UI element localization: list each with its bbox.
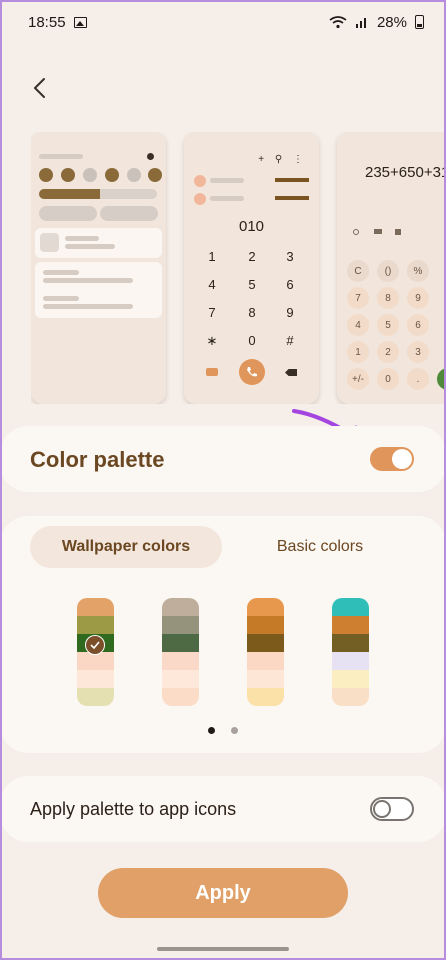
preview-calculator: 235+650+31 C () % 7 8 9 4 5 6 1 2 3 +/- … (337, 132, 446, 404)
toggle-knob (392, 449, 412, 469)
preview-calc-key: 4 (347, 314, 369, 336)
palette-swatch-2[interactable] (162, 598, 199, 706)
preview-bar (39, 154, 83, 159)
color-palette-title: Color palette (30, 447, 165, 472)
tab-wallpaper-colors[interactable]: Wallpaper colors (30, 526, 222, 568)
gallery-icon (73, 16, 87, 28)
preview-key: 0 (248, 333, 256, 348)
preview-key: 2 (248, 249, 256, 264)
preview-calc-key: 3 (407, 341, 429, 363)
apply-icons-toggle[interactable] (370, 797, 414, 821)
preview-calc-key: C (347, 260, 369, 282)
preview-brightness-slider (39, 189, 157, 199)
status-left: 18:55 (28, 14, 87, 31)
preview-dial-number: 010 (238, 218, 265, 235)
page-indicator-active[interactable] (208, 727, 215, 734)
apply-icons-label: Apply palette to app icons (30, 799, 237, 819)
back-button[interactable] (22, 70, 58, 106)
preview-key: 3 (286, 249, 294, 264)
status-bar: 18:55 28% (0, 0, 446, 44)
preview-key: 8 (248, 305, 256, 320)
preview-calc-key: () (377, 260, 399, 282)
preview-calc-key: 6 (407, 314, 429, 336)
status-right: 28% (329, 14, 424, 31)
status-time: 18:55 (28, 13, 66, 31)
preview-key: 6 (286, 277, 294, 292)
preview-contact-avatar (194, 193, 206, 205)
tab-basic-colors[interactable]: Basic colors (224, 526, 416, 568)
preview-calc-key: 5 (377, 314, 399, 336)
preview-key: # (286, 333, 294, 348)
preview-notification-card (35, 262, 162, 318)
color-palette-row[interactable]: Color palette (0, 426, 446, 492)
preview-calc-tools (353, 229, 413, 235)
preview-key: ∗ (206, 333, 218, 348)
preview-sound-icon (61, 168, 75, 182)
preview-contact-avatar (194, 175, 206, 187)
palette-selector: Wallpaper colors Basic colors (0, 516, 446, 753)
home-indicator[interactable] (157, 947, 289, 951)
preview-calc-key: % (407, 260, 429, 282)
preview-calc-expression: 235+650+31 (365, 164, 446, 181)
preview-call-button (239, 359, 265, 385)
preview-toolbar-icons: + ⚲ ⋮ (258, 154, 307, 165)
preview-key: 4 (208, 277, 216, 292)
phone-icon (247, 367, 257, 377)
checkmark-icon (85, 635, 105, 655)
preview-calc-key: . (407, 368, 429, 390)
battery-icon (415, 15, 424, 29)
preview-calc-key: 9 (407, 287, 429, 309)
preview-settings-icon (147, 153, 154, 160)
preview-key: 1 (208, 249, 216, 264)
preview-calc-key: 2 (377, 341, 399, 363)
preview-flashlight-icon (148, 168, 162, 182)
theme-previews: + ⚲ ⋮ 010 1 2 3 4 5 6 7 8 9 ∗ 0 # 235+65… (31, 132, 446, 404)
wifi-icon (329, 16, 347, 29)
preview-equals-button (437, 368, 446, 390)
preview-pill (39, 206, 97, 221)
preview-calc-key: 7 (347, 287, 369, 309)
preview-calc-key: 8 (377, 287, 399, 309)
color-palette-toggle[interactable] (370, 447, 414, 471)
chevron-left-icon (34, 78, 45, 98)
preview-key: 9 (286, 305, 294, 320)
battery-percent: 28% (376, 13, 407, 31)
apply-button[interactable]: Apply (98, 868, 348, 918)
page-indicator[interactable] (231, 727, 238, 734)
preview-airplane-icon (127, 168, 141, 182)
preview-calc-key: +/- (347, 368, 369, 390)
preview-pill (100, 206, 158, 221)
preview-video-icon (206, 368, 218, 376)
preview-key: 7 (208, 305, 216, 320)
preview-calc-key: 0 (377, 368, 399, 390)
preview-quick-settings (31, 132, 166, 404)
palette-swatch-1[interactable] (77, 598, 114, 706)
palette-swatch-4[interactable] (332, 598, 369, 706)
preview-dialer: + ⚲ ⋮ 010 1 2 3 4 5 6 7 8 9 ∗ 0 # (184, 132, 319, 404)
preview-wifi-icon (39, 168, 53, 182)
apply-icons-row[interactable]: Apply palette to app icons (0, 776, 446, 842)
preview-media-card (35, 228, 162, 258)
preview-key: 5 (248, 277, 256, 292)
preview-backspace-icon (285, 369, 297, 376)
preview-bluetooth-icon (83, 168, 97, 182)
toggle-knob (373, 800, 391, 818)
preview-rotate-icon (105, 168, 119, 182)
signal-icon (355, 18, 366, 28)
preview-calc-key: 1 (347, 341, 369, 363)
palette-swatch-3[interactable] (247, 598, 284, 706)
